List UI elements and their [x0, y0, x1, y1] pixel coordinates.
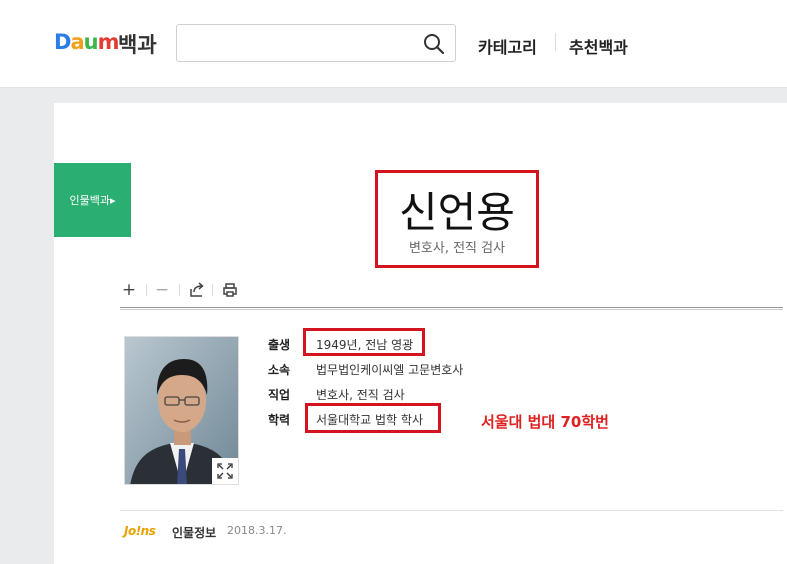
- page-subtitle: 변호사, 전직 검사: [408, 241, 506, 256]
- nav-recommended[interactable]: 추천백과: [569, 34, 628, 58]
- title-divider: [120, 307, 783, 310]
- education-highlight-box: [305, 403, 441, 433]
- info-label-occupation: 직업: [268, 388, 291, 402]
- search-button[interactable]: [421, 31, 447, 57]
- title-highlight-box: 신언용 변호사, 전직 검사: [375, 170, 539, 268]
- print-button[interactable]: [221, 281, 239, 299]
- zoom-in-button[interactable]: +: [120, 280, 138, 300]
- search-box: [176, 24, 456, 62]
- info-label-education: 학력: [268, 413, 291, 427]
- info-value-affiliation: 법무법인케이씨엘 고문변호사: [316, 363, 464, 377]
- joins-logo[interactable]: Jo!ns: [124, 524, 156, 538]
- page-title: 신언용: [399, 188, 515, 237]
- daum-logo[interactable]: Daum: [54, 30, 120, 54]
- logo-letter-u: u: [83, 30, 99, 54]
- expand-photo-button[interactable]: [212, 458, 238, 484]
- logo-letter-a: a: [70, 30, 84, 54]
- share-icon: [190, 282, 204, 297]
- expand-icon: [217, 463, 233, 479]
- source-divider: [120, 510, 783, 511]
- zoom-out-button[interactable]: −: [153, 280, 171, 300]
- person-photo[interactable]: [124, 336, 239, 485]
- annotation-text: 서울대 법대 70학번: [481, 413, 609, 431]
- info-label-affiliation: 소속: [268, 363, 291, 377]
- nav-divider: [555, 33, 556, 51]
- info-label-birth: 출생: [268, 338, 291, 352]
- toolbar-divider: [179, 284, 180, 296]
- source-date: 2018.3.17.: [227, 524, 287, 537]
- search-input[interactable]: [187, 33, 417, 55]
- top-header: Daum 백과 카테고리 추천백과: [0, 0, 787, 88]
- birth-highlight-box: [303, 328, 425, 356]
- logo-letter-d: D: [54, 30, 71, 54]
- print-icon: [223, 283, 237, 297]
- nav-category[interactable]: 카테고리: [478, 34, 537, 58]
- source-name[interactable]: 인물정보: [172, 524, 216, 541]
- sidebar-tab-people[interactable]: 인물백과▸: [54, 163, 131, 237]
- info-value-occupation: 변호사, 전직 검사: [316, 388, 405, 402]
- toolbar-divider: [146, 284, 147, 296]
- search-icon: [424, 34, 445, 55]
- share-button[interactable]: [188, 281, 206, 299]
- toolbar-divider: [212, 284, 213, 296]
- service-name[interactable]: 백과: [118, 29, 157, 59]
- logo-letter-m: m: [97, 30, 120, 54]
